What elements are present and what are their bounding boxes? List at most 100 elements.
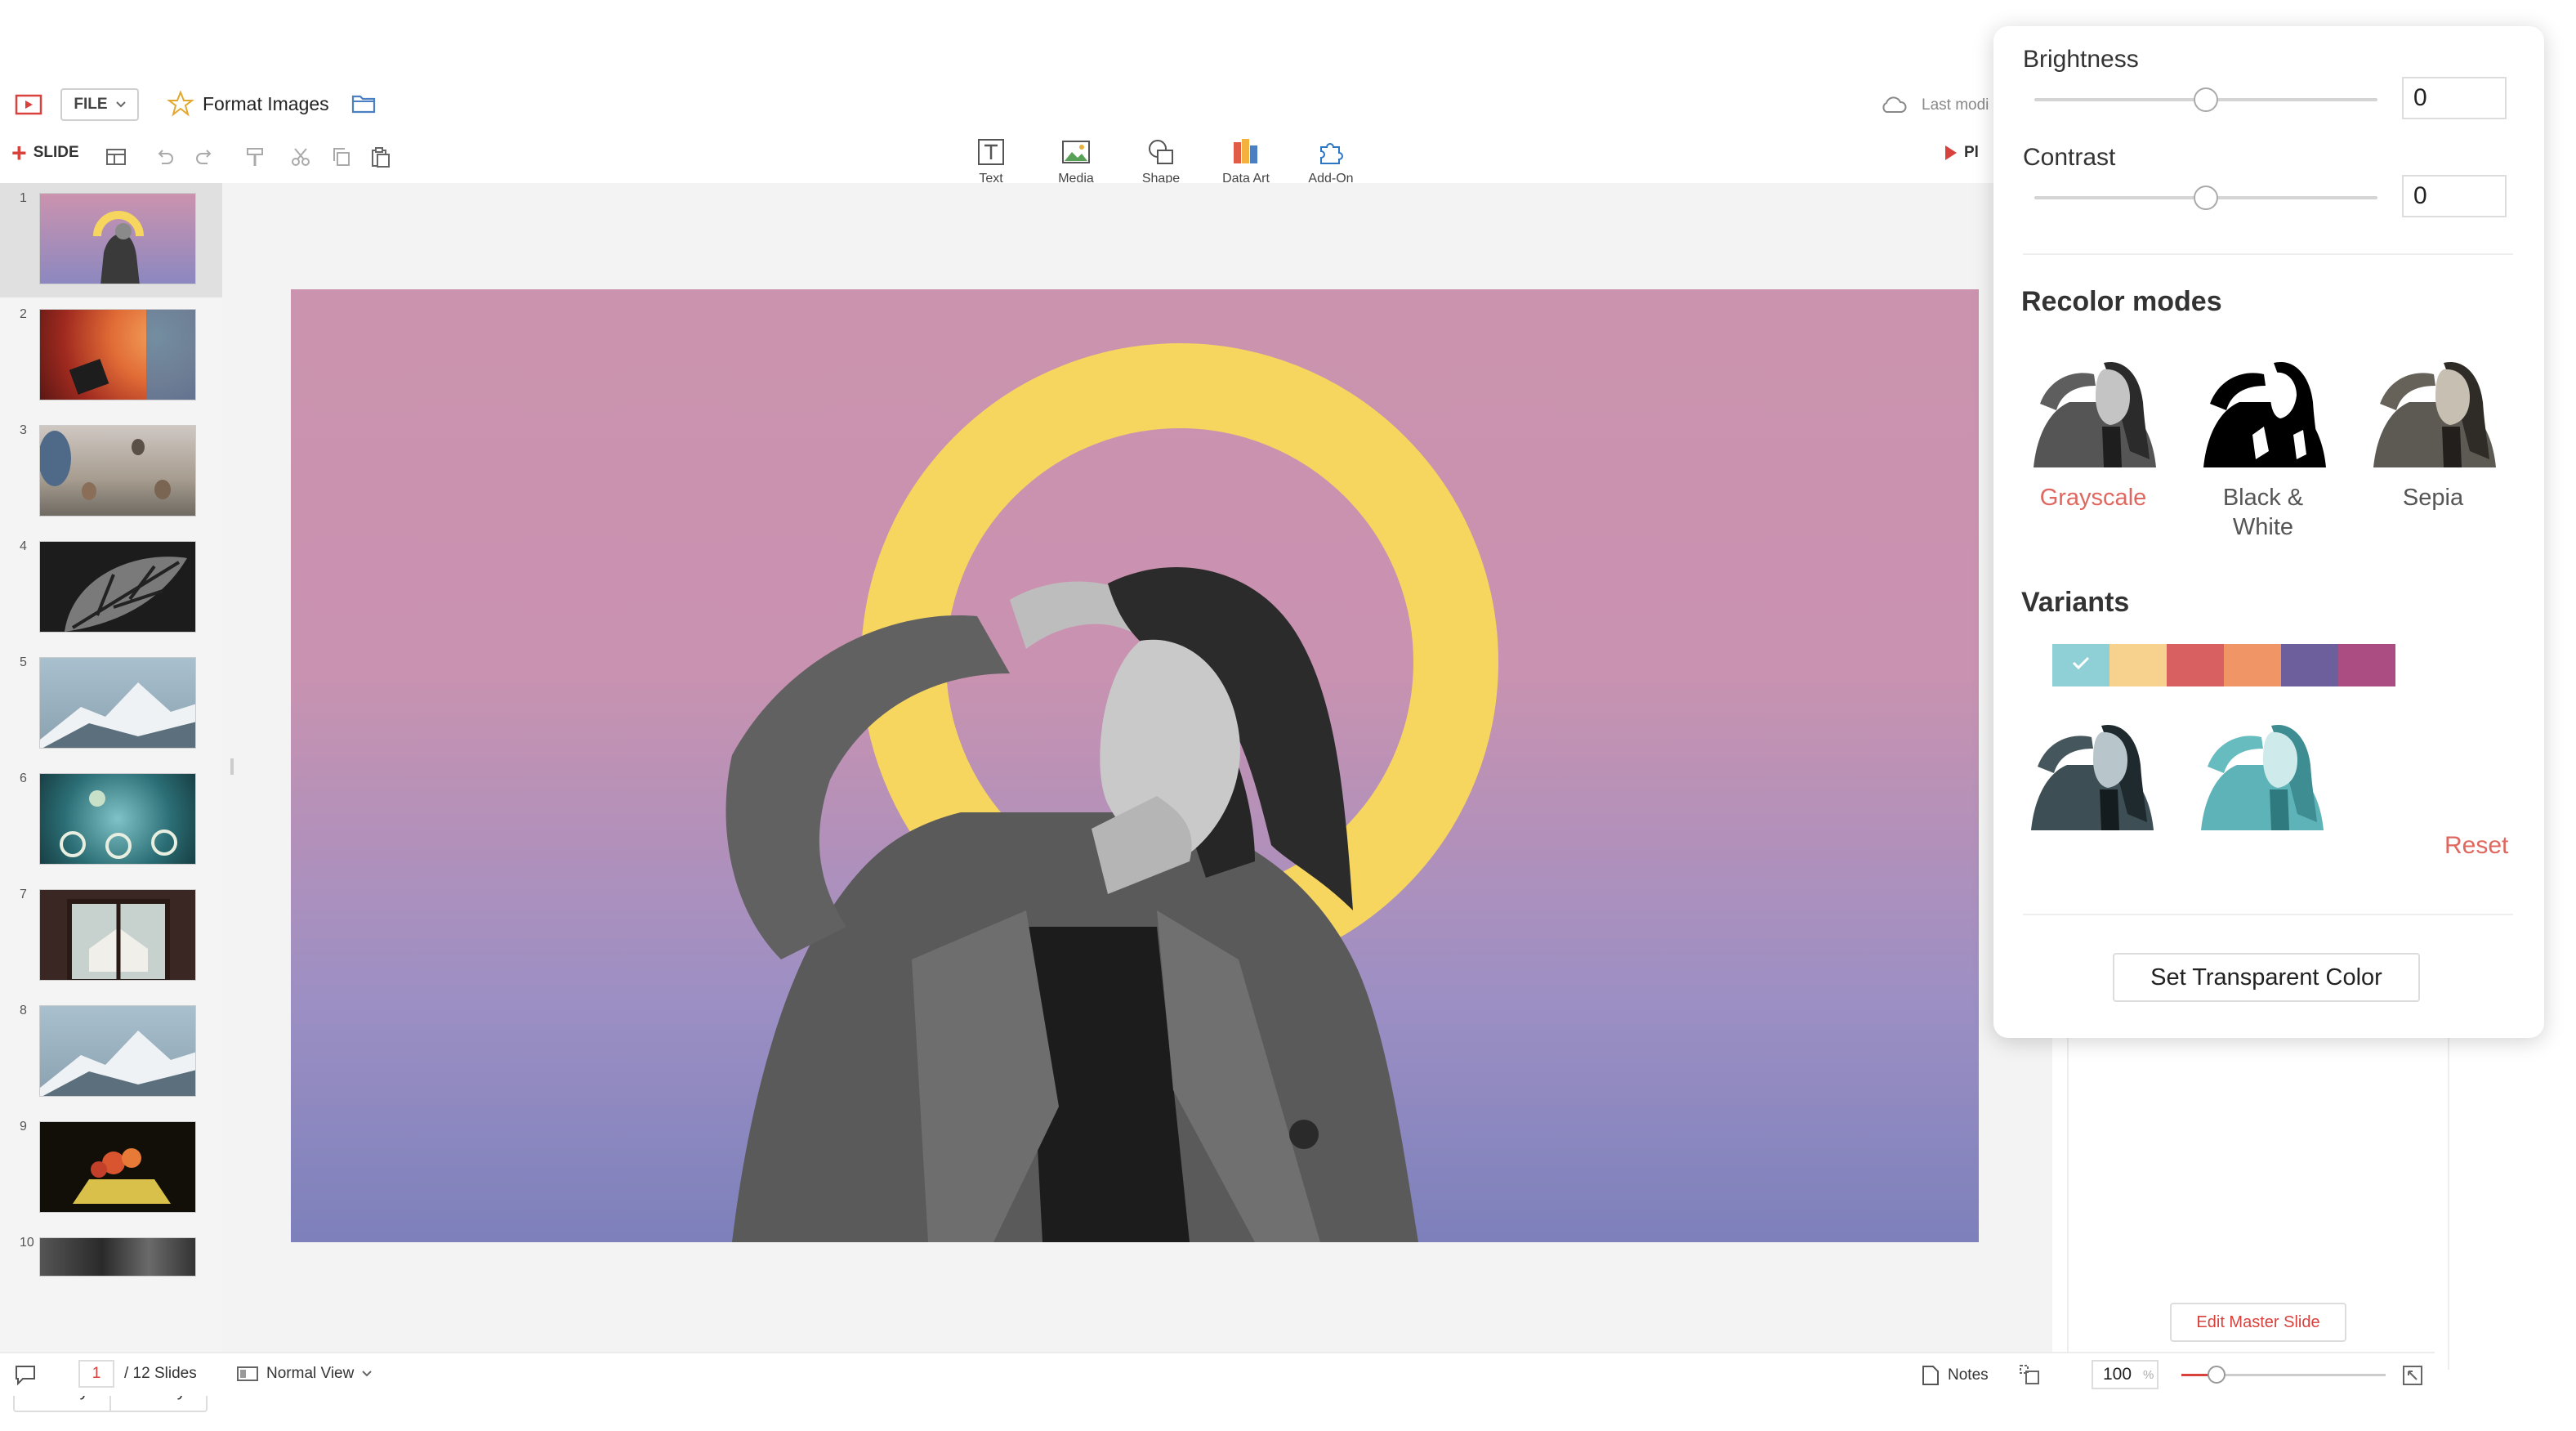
- notes-icon: [1922, 1366, 1939, 1385]
- slide-preview: [39, 425, 196, 517]
- contrast-slider[interactable]: [2034, 186, 2377, 210]
- slide-number: 6: [20, 771, 27, 785]
- view-mode-label: Normal View: [266, 1365, 355, 1382]
- contrast-label: Contrast: [2023, 144, 2116, 171]
- variant-swatch[interactable]: [2109, 644, 2167, 686]
- shape-icon: [1149, 140, 1173, 164]
- grayscale-label: Grayscale: [2039, 485, 2147, 511]
- slide-thumbnail-1[interactable]: 1: [0, 183, 222, 297]
- puzzle-icon: [1320, 143, 1343, 164]
- slide-number: 8: [20, 1004, 27, 1017]
- edit-master-slide-button[interactable]: Edit Master Slide: [2170, 1303, 2346, 1342]
- show-app-icon[interactable]: [15, 93, 42, 116]
- reset-link[interactable]: Reset: [2444, 832, 2508, 860]
- slide-canvas: [222, 183, 2052, 1352]
- slide-thumbnail-7[interactable]: 7: [0, 879, 222, 994]
- zoom-input[interactable]: 100 %: [2092, 1360, 2159, 1389]
- slide-preview: [39, 657, 196, 749]
- cut-icon[interactable]: [289, 145, 312, 168]
- variant-color-swatches: [2052, 644, 2395, 686]
- status-bar: 1 / 12 Slides Normal View Notes 100 %: [0, 1352, 2435, 1396]
- slide-thumbnail-8[interactable]: 8: [0, 995, 222, 1110]
- variant-teal-preview[interactable]: [2193, 708, 2328, 830]
- set-transparent-color-button[interactable]: Set Transparent Color: [2113, 953, 2420, 1002]
- slide-preview: [39, 1005, 196, 1097]
- variant-swatch[interactable]: [2224, 644, 2281, 686]
- add-slide-label: SLIDE: [33, 144, 79, 161]
- layout-icon[interactable]: [105, 145, 127, 168]
- text-box-icon: [978, 139, 1004, 165]
- slide-preview: [39, 1237, 196, 1277]
- format-painter-icon[interactable]: [243, 145, 266, 168]
- slide-preview: [39, 773, 196, 865]
- slide-number: 9: [20, 1120, 27, 1134]
- divider: [2023, 253, 2513, 255]
- format-image-popup: Brightness 0 Contrast 0 Recolor modes Gr…: [1993, 26, 2544, 1038]
- brightness-input[interactable]: 0: [2402, 77, 2507, 119]
- view-mode-dropdown[interactable]: Normal View: [237, 1365, 373, 1383]
- fit-to-screen-icon[interactable]: [2402, 1365, 2423, 1386]
- image-icon: [1062, 141, 1090, 163]
- chevron-down-icon: [362, 1371, 373, 1377]
- slide-preview: [39, 1121, 196, 1213]
- notes-label: Notes: [1948, 1366, 1989, 1384]
- folder-icon[interactable]: [351, 93, 376, 114]
- slide-thumbnail-4[interactable]: 4: [0, 531, 222, 646]
- slide[interactable]: [291, 289, 1979, 1242]
- recolor-modes-heading: Recolor modes: [2021, 286, 2222, 317]
- recolor-grayscale-option[interactable]: Grayscale: [2020, 345, 2167, 512]
- slide-thumbnails-panel: 1 2 3 4 5 6 7 8 9 10: [0, 183, 224, 1412]
- panel-resize-handle[interactable]: [230, 758, 234, 775]
- redo-icon[interactable]: [193, 145, 216, 168]
- slide-sorter-icon[interactable]: [2018, 1363, 2041, 1386]
- contrast-input[interactable]: 0: [2402, 175, 2507, 217]
- portrait-thumbnail: [93, 211, 144, 284]
- recolor-black-white-option[interactable]: Black & White: [2190, 345, 2337, 542]
- variant-swatch[interactable]: [2052, 644, 2109, 686]
- zoom-value: 100: [2103, 1365, 2132, 1384]
- undo-icon[interactable]: [154, 145, 176, 168]
- black-white-label-line1: Black &: [2222, 485, 2304, 511]
- variant-swatch[interactable]: [2281, 644, 2338, 686]
- slide-thumbnail-9[interactable]: 9: [0, 1111, 222, 1226]
- file-menu-label: FILE: [74, 96, 108, 113]
- star-icon[interactable]: [167, 90, 194, 118]
- slide-number: 3: [20, 423, 27, 437]
- coat-button: [1289, 1120, 1319, 1149]
- recolor-sepia-option[interactable]: Sepia: [2359, 345, 2507, 512]
- black-white-preview: [2203, 361, 2326, 467]
- variant-swatch[interactable]: [2338, 644, 2395, 686]
- chart-icon: [1234, 139, 1257, 163]
- contrast-slider-thumb[interactable]: [2194, 186, 2218, 210]
- brightness-slider-thumb[interactable]: [2194, 87, 2218, 112]
- total-slides-text: / 12 Slides: [124, 1365, 197, 1382]
- chevron-down-icon: [115, 101, 126, 108]
- slide-thumbnail-10[interactable]: 10: [0, 1228, 222, 1277]
- slide-number: 5: [20, 655, 27, 669]
- current-page-input[interactable]: 1: [78, 1360, 114, 1388]
- slide-thumbnail-2[interactable]: 2: [0, 299, 222, 414]
- slide-preview: [39, 541, 196, 633]
- copy-icon[interactable]: [330, 145, 353, 168]
- checkmark-icon: [2072, 656, 2090, 670]
- slide-number: 2: [20, 307, 27, 321]
- slide-thumbnail-5[interactable]: 5: [0, 647, 222, 762]
- notes-button[interactable]: Notes: [1922, 1365, 1989, 1386]
- slide-preview: [39, 309, 196, 400]
- zoom-slider[interactable]: [2181, 1366, 2386, 1384]
- document-title[interactable]: Format Images: [203, 93, 329, 115]
- add-slide-button[interactable]: + SLIDE: [11, 140, 79, 166]
- slide-thumbnail-6[interactable]: 6: [0, 763, 222, 878]
- brightness-slider[interactable]: [2034, 87, 2377, 112]
- zoom-slider-thumb[interactable]: [2207, 1366, 2226, 1384]
- slide-thumbnail-3[interactable]: 3: [0, 415, 222, 530]
- paste-icon[interactable]: [369, 145, 392, 168]
- sepia-label: Sepia: [2402, 485, 2464, 511]
- portrait-image[interactable]: [291, 289, 1979, 1242]
- play-button[interactable]: Pl: [1944, 144, 1979, 162]
- slide-number: 4: [20, 539, 27, 553]
- comment-icon[interactable]: [13, 1363, 38, 1386]
- variant-swatch[interactable]: [2167, 644, 2224, 686]
- variant-dark-preview[interactable]: [2023, 708, 2159, 830]
- file-menu-button[interactable]: FILE: [60, 88, 139, 121]
